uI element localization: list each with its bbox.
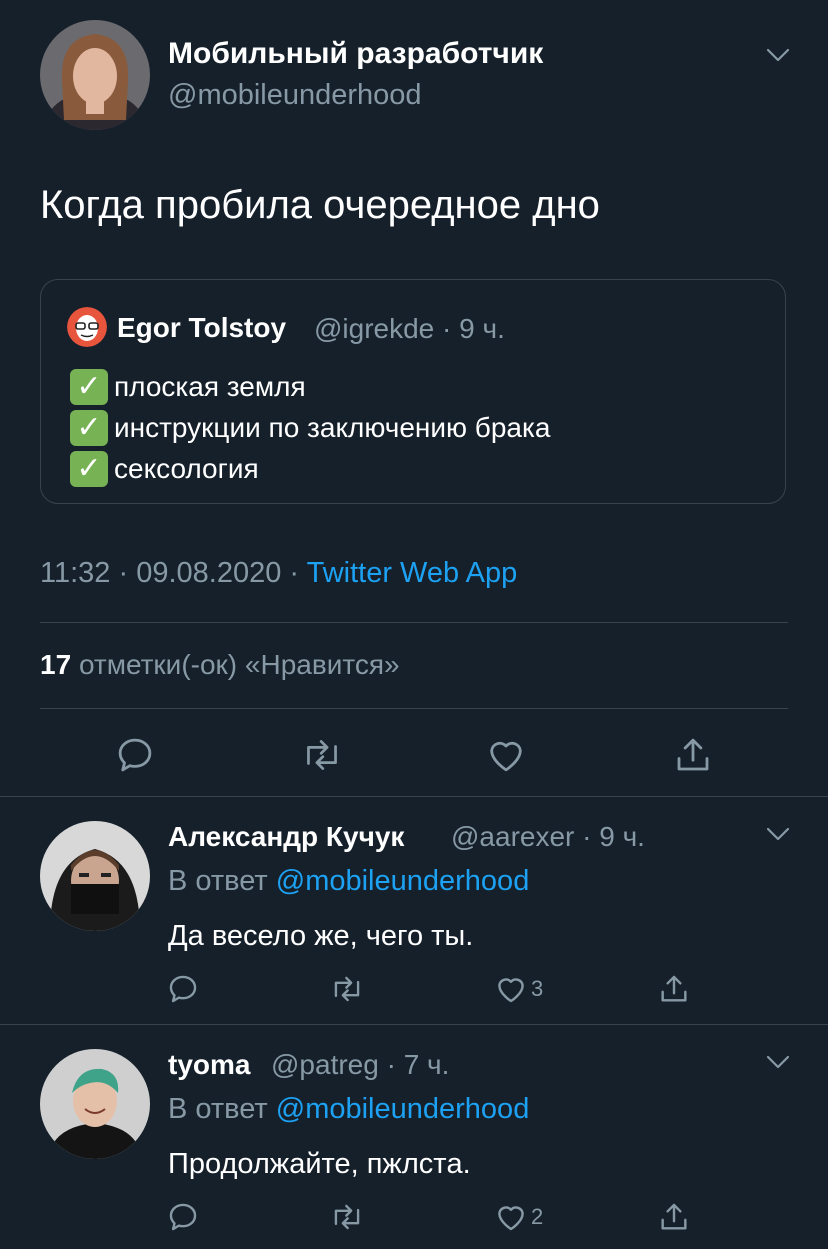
reply-author-avatar[interactable]: [40, 1049, 150, 1159]
chevron-down-icon[interactable]: [764, 45, 792, 65]
like-icon[interactable]: [485, 734, 527, 776]
quote-list-item: ✓ инструкции по заключению брака: [70, 407, 550, 448]
like-count: 3: [531, 976, 544, 1001]
quote-line: сексология: [114, 452, 259, 484]
reply-icon[interactable]: [114, 734, 156, 776]
quote-line: плоская земля: [114, 370, 306, 402]
reply-prefix: В ответ: [168, 1093, 268, 1125]
reply-icon[interactable]: [166, 1200, 200, 1234]
share-icon[interactable]: [672, 734, 714, 776]
like-count: 2: [531, 1204, 544, 1229]
quote-line: инструкции по заключению брака: [114, 411, 551, 443]
author-avatar[interactable]: [40, 20, 150, 130]
reply-to-link[interactable]: @mobileunderhood: [276, 865, 530, 897]
tweet-timestamp[interactable]: 11:32 · 09.08.2020 ·: [40, 557, 299, 589]
divider: [0, 796, 828, 797]
tweet-source-link[interactable]: Twitter Web App: [307, 557, 518, 589]
share-icon[interactable]: [657, 1200, 691, 1234]
reply-author-avatar[interactable]: [40, 821, 150, 931]
reply-context: В ответ @mobileunderhood: [168, 865, 529, 898]
reply-author-name[interactable]: Александр Кучук: [168, 821, 404, 853]
chevron-down-icon[interactable]: [764, 824, 792, 844]
check-icon: ✓: [70, 450, 108, 487]
retweet-icon[interactable]: [300, 734, 344, 776]
divider: [40, 708, 788, 709]
like-icon[interactable]: [494, 1200, 528, 1234]
quote-author-avatar: [67, 307, 107, 347]
reply-text: Продолжайте, пжлстa.: [168, 1148, 471, 1180]
reply-author-name[interactable]: tyoma: [168, 1049, 250, 1081]
reply-meta: @patreg · 7 ч.: [271, 1049, 450, 1080]
quote-author-name: Egor Tolstoy: [117, 312, 287, 343]
quote-list-item: ✓ сексология: [70, 448, 550, 489]
divider: [0, 1024, 828, 1025]
likes-summary[interactable]: 17 отметки(-ок) «Нравится»: [40, 649, 400, 681]
quote-list: ✓ плоская земля ✓ инструкции по заключен…: [70, 366, 550, 489]
likes-label: отметки(-ок) «Нравится»: [78, 649, 400, 680]
likes-count: 17: [40, 649, 72, 680]
reply-prefix: В ответ: [168, 865, 268, 897]
reply-to-link[interactable]: @mobileunderhood: [276, 1093, 530, 1125]
quote-list-item: ✓ плоская земля: [70, 366, 550, 407]
like-icon[interactable]: [494, 972, 528, 1006]
tweet-text: Когда пробила очередное дно: [40, 183, 600, 227]
check-icon: ✓: [70, 409, 108, 446]
reply-text: Да весело же, чего ты.: [168, 920, 474, 952]
reply-context: В ответ @mobileunderhood: [168, 1093, 529, 1126]
reply-meta: @aarexer · 9 ч.: [451, 821, 645, 852]
retweet-icon[interactable]: [329, 1200, 365, 1234]
tweet-timestamp-row: 11:32 · 09.08.2020 · Twitter Web App: [40, 557, 517, 590]
reply-icon[interactable]: [166, 972, 200, 1006]
author-handle[interactable]: @mobileunderhood: [168, 79, 422, 112]
author-name[interactable]: Мобильный разработчик: [168, 37, 543, 71]
share-icon[interactable]: [657, 972, 691, 1006]
quote-meta: @igrekde · 9 ч.: [314, 313, 505, 344]
chevron-down-icon[interactable]: [764, 1052, 792, 1072]
retweet-icon[interactable]: [329, 972, 365, 1006]
divider: [40, 622, 788, 623]
check-icon: ✓: [70, 368, 108, 405]
